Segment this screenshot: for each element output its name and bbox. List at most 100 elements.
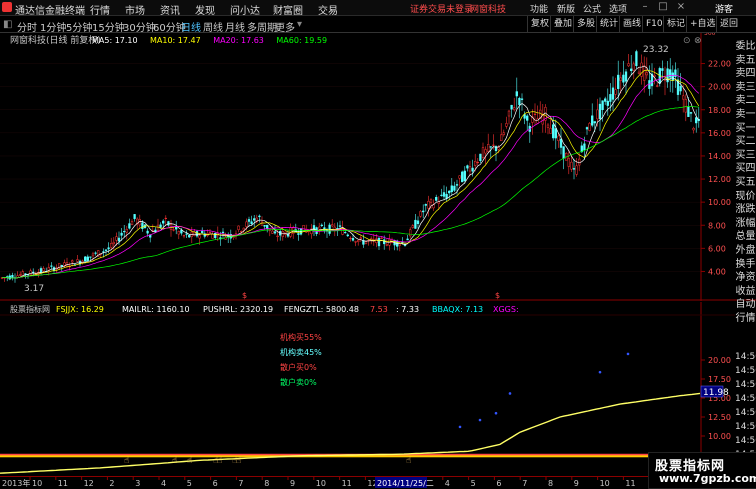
- tool-add-favorite[interactable]: +自选: [686, 16, 719, 32]
- candle-body: [585, 127, 589, 130]
- menu-formula[interactable]: 公式: [583, 2, 601, 15]
- tool-draw[interactable]: 画线: [619, 16, 644, 32]
- tool-return[interactable]: 返回: [716, 16, 741, 32]
- candle-body: [468, 166, 472, 172]
- menu-function[interactable]: 功能: [530, 2, 548, 15]
- event-marker-icon[interactable]: $: [242, 291, 247, 300]
- menu-item-wealth[interactable]: 财富圈: [273, 2, 303, 17]
- price-tick-label: 4.00: [708, 267, 726, 276]
- indicator-value: FENGZTL: 5800.48: [284, 305, 359, 314]
- broker-label: 网窗科技: [470, 5, 507, 15]
- tool-stats[interactable]: 统计: [596, 16, 621, 32]
- price-tick-label: 8.00: [708, 221, 726, 230]
- close-icon[interactable]: ×: [676, 1, 686, 13]
- menu-item-trade[interactable]: 交易: [318, 2, 338, 17]
- ma-label: MA10: 17.47: [150, 36, 201, 45]
- price-tick-label: 12.00: [708, 175, 731, 184]
- candle-body: [182, 235, 186, 237]
- tab-period-monthly[interactable]: 月线: [225, 19, 245, 34]
- candle-body: [338, 225, 342, 227]
- hand-pointer-icon: ☝: [236, 456, 241, 466]
- menu-item-market[interactable]: 市场: [125, 2, 145, 17]
- candle-body: [237, 225, 240, 230]
- tab-period-1min[interactable]: 1分钟: [40, 19, 66, 34]
- app-logo-icon: [2, 2, 12, 12]
- candle-body: [60, 264, 63, 267]
- menu-options[interactable]: 选项: [609, 2, 627, 15]
- candle-body: [411, 225, 414, 228]
- tab-period-5min[interactable]: 5分钟: [66, 19, 92, 34]
- candle-body: [617, 74, 620, 89]
- candle-body: [606, 100, 609, 106]
- side-label[interactable]: 行情: [735, 309, 756, 324]
- maximize-icon[interactable]: □: [658, 1, 668, 13]
- candle-body: [640, 62, 643, 77]
- menu-new[interactable]: 新版: [557, 2, 575, 15]
- low-price-label: 3.17: [24, 284, 44, 294]
- candle-body: [214, 232, 217, 238]
- watermark-logo: 股票指标网 www.7gpzb.com: [648, 452, 756, 489]
- candle-body: [437, 201, 440, 204]
- candle-body: [567, 158, 570, 167]
- candle-body: [471, 167, 474, 172]
- menu-item-discover[interactable]: 发现: [195, 2, 215, 17]
- indicator-value: 7.53: [370, 305, 388, 314]
- menu-item-quotes[interactable]: 行情: [90, 2, 110, 17]
- candle-body: [502, 132, 505, 135]
- candle-body: [406, 238, 409, 241]
- candle-body: [180, 229, 183, 234]
- menu-item-news[interactable]: 资讯: [160, 2, 180, 17]
- chevron-down-icon[interactable]: ▾: [297, 19, 302, 30]
- price-tick-label: 6.00: [708, 244, 726, 253]
- tab-period-30min[interactable]: 30分钟: [123, 19, 156, 34]
- candle-body: [63, 262, 66, 266]
- tool-mark[interactable]: 标记: [663, 16, 688, 32]
- indicator-dot: [508, 392, 512, 395]
- time-label: 14:50: [735, 380, 756, 390]
- candle-body: [281, 231, 284, 237]
- candle-body: [552, 124, 555, 139]
- candle-body: [598, 103, 602, 120]
- tool-fuquan[interactable]: 复权: [527, 16, 552, 32]
- candle-body: [679, 86, 682, 92]
- settings-icon[interactable]: ⊙: [683, 36, 691, 46]
- candle-body: [575, 165, 578, 175]
- close-chart-icon[interactable]: ⊗: [694, 36, 702, 46]
- candle-body: [549, 127, 552, 134]
- time-label: 14:50: [735, 422, 756, 432]
- guest-label[interactable]: 游客: [715, 2, 733, 15]
- candle-body: [344, 232, 347, 234]
- tab-period-15min[interactable]: 15分钟: [92, 19, 125, 34]
- login-notice[interactable]: 证券交易未登录: [410, 2, 473, 15]
- candle-body: [8, 275, 11, 280]
- tab-period-daily[interactable]: 日线: [181, 19, 201, 34]
- candle-body: [42, 268, 45, 272]
- tool-multi-stock[interactable]: 多股: [573, 16, 598, 32]
- menu-item-ask[interactable]: 问小达: [230, 2, 260, 17]
- candle-body: [643, 65, 646, 81]
- candle-body: [572, 168, 576, 170]
- indicator-value: BBAQX: 7.13: [432, 305, 483, 314]
- hand-pointer-icon: ☝: [124, 456, 129, 466]
- candle-body: [318, 226, 321, 230]
- candle-body: [102, 251, 105, 253]
- candle-body: [133, 214, 136, 219]
- event-marker-icon[interactable]: $: [495, 291, 500, 300]
- candle-body: [130, 221, 134, 226]
- time-label: 14:50: [735, 436, 756, 446]
- indicator-value: MAILRL: 1160.10: [122, 305, 190, 314]
- indicator-chart[interactable]: ☝ ☝ ☝ ☝☝ ☝☝ ☝ 股票指标网 FSJJX: 16.29 MAILRL: 1160.1…: [0, 302, 756, 476]
- tab-period-tick[interactable]: 分时: [17, 19, 37, 34]
- tool-overlay[interactable]: 叠加: [550, 16, 575, 32]
- layout-icon[interactable]: ◧: [3, 19, 12, 30]
- tab-period-weekly[interactable]: 周线: [203, 19, 223, 34]
- candlestick-chart[interactable]: 网窗科技(日线 前复权) MA5: 17.10 MA10: 17.47 MA20: …: [0, 33, 756, 301]
- candle-body: [154, 229, 157, 232]
- minimize-icon[interactable]: –: [640, 1, 650, 13]
- candle-body: [614, 89, 617, 95]
- candle-body: [476, 161, 479, 164]
- tab-period-multi[interactable]: 多周期: [247, 19, 277, 34]
- tab-period-more[interactable]: 更多: [275, 19, 295, 34]
- price-tick-label: 20.00: [708, 83, 731, 92]
- candle-body: [630, 68, 633, 72]
